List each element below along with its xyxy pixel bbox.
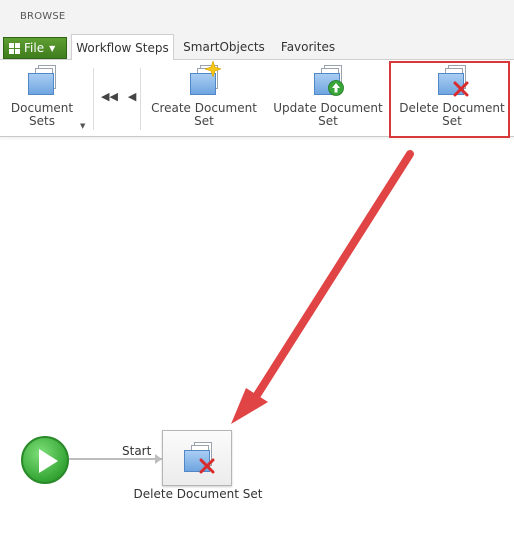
step-label: Delete Document Set (133, 487, 263, 501)
start-node[interactable] (21, 436, 69, 484)
connector-arrowhead (155, 454, 162, 464)
start-connector-label: Start (122, 444, 152, 458)
delete-document-set-step[interactable] (162, 430, 232, 486)
workflow-connector[interactable] (69, 458, 162, 460)
delete-document-set-icon (182, 442, 215, 474)
annotation-arrow (231, 150, 414, 424)
play-icon (39, 449, 58, 473)
